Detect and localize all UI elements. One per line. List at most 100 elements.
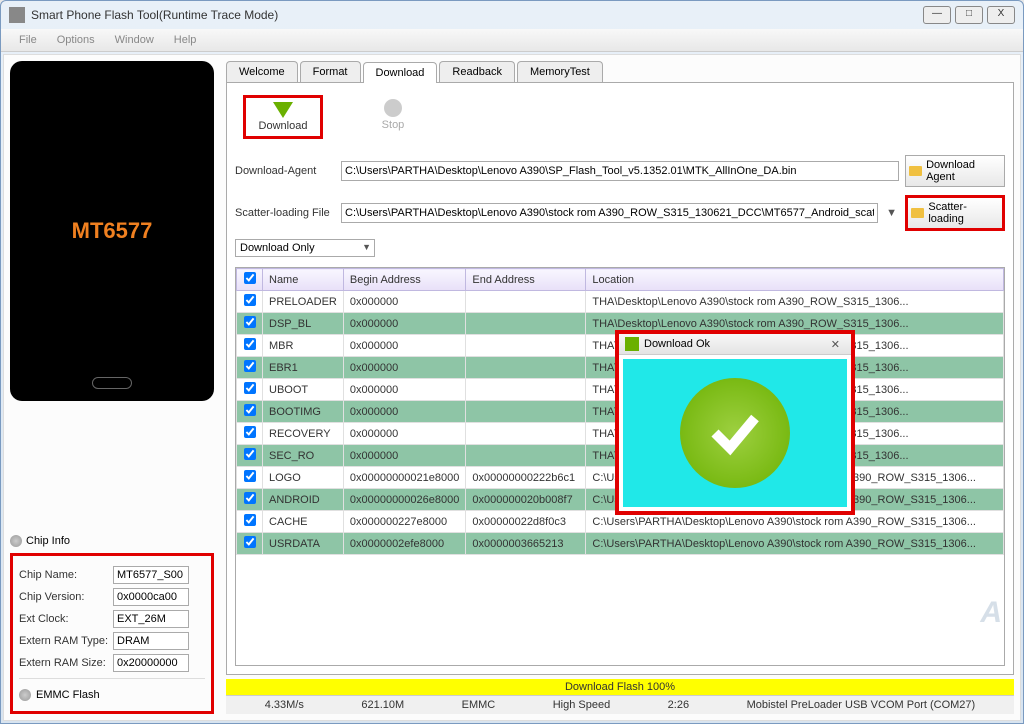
cell-location: C:\Users\PARTHA\Desktop\Lenovo A390\stoc… (586, 533, 1004, 555)
row-checkbox[interactable] (244, 536, 256, 548)
tab-format[interactable]: Format (300, 61, 361, 82)
cell-begin: 0x000000227e8000 (343, 511, 466, 533)
cell-name: ANDROID (263, 489, 344, 511)
status-speed: 4.33M/s (265, 699, 304, 711)
cell-begin: 0x000000 (343, 379, 466, 401)
chip-field-value[interactable] (113, 566, 189, 584)
cell-end: 0x00000000222b6c1 (466, 467, 586, 489)
col-begin[interactable]: Begin Address (343, 269, 466, 291)
check-all[interactable] (244, 272, 256, 284)
cell-begin: 0x000000 (343, 423, 466, 445)
gear-icon (10, 535, 22, 547)
checkmark-icon (680, 378, 790, 488)
folder-icon (911, 208, 924, 218)
dialog-close-button[interactable]: ✕ (826, 338, 845, 351)
row-checkbox[interactable] (244, 470, 256, 482)
tab-download[interactable]: Download (363, 62, 438, 83)
cell-begin: 0x000000 (343, 313, 466, 335)
cell-begin: 0x000000 (343, 335, 466, 357)
status-bar: 4.33M/s 621.10M EMMC High Speed 2:26 Mob… (226, 695, 1014, 714)
status-port: Mobistel PreLoader USB VCOM Port (COM27) (747, 699, 976, 711)
menubar: File Options Window Help (1, 29, 1023, 52)
cell-end (466, 291, 586, 313)
minimize-button[interactable]: — (923, 6, 951, 24)
table-row[interactable]: USRDATA0x0000002efe80000x0000003665213C:… (237, 533, 1004, 555)
scatter-file-input[interactable] (341, 203, 878, 223)
cell-begin: 0x000000 (343, 291, 466, 313)
chip-field-label: Chip Name: (19, 569, 113, 581)
row-checkbox[interactable] (244, 294, 256, 306)
cell-location: THA\Desktop\Lenovo A390\stock rom A390_R… (586, 291, 1004, 313)
chevron-down-icon[interactable]: ▼ (884, 207, 899, 219)
right-panel: Welcome Format Download Readback MemoryT… (220, 55, 1020, 720)
col-end[interactable]: End Address (466, 269, 586, 291)
download-agent-input[interactable] (341, 161, 899, 181)
cell-end (466, 357, 586, 379)
row-checkbox[interactable] (244, 338, 256, 350)
row-checkbox[interactable] (244, 382, 256, 394)
tabbar: Welcome Format Download Readback MemoryT… (226, 61, 1014, 82)
row-checkbox[interactable] (244, 448, 256, 460)
phone-chip-label: MT6577 (20, 218, 204, 244)
download-mode-select[interactable]: Download Only (235, 239, 375, 257)
row-checkbox[interactable] (244, 360, 256, 372)
cell-begin: 0x000000 (343, 445, 466, 467)
stop-icon (384, 99, 402, 117)
col-name[interactable]: Name (263, 269, 344, 291)
status-size: 621.10M (361, 699, 404, 711)
menu-file[interactable]: File (9, 31, 47, 49)
chip-field-value[interactable] (113, 588, 189, 606)
close-button[interactable]: X (987, 6, 1015, 24)
row-checkbox[interactable] (244, 514, 256, 526)
window-title: Smart Phone Flash Tool(Runtime Trace Mod… (31, 8, 923, 22)
chip-icon (19, 689, 31, 701)
chip-field-label: Ext Clock: (19, 613, 113, 625)
progress-bar: Download Flash 100% (226, 679, 1014, 695)
menu-options[interactable]: Options (47, 31, 105, 49)
stop-button[interactable]: Stop (353, 95, 433, 139)
cell-end (466, 335, 586, 357)
tab-welcome[interactable]: Welcome (226, 61, 298, 82)
cell-name: EBR1 (263, 357, 344, 379)
download-arrow-icon (273, 102, 293, 118)
cell-end (466, 313, 586, 335)
row-checkbox[interactable] (244, 316, 256, 328)
app-icon (9, 7, 25, 23)
dialog-icon (625, 337, 639, 351)
cell-begin: 0x00000000026e8000 (343, 489, 466, 511)
row-checkbox[interactable] (244, 404, 256, 416)
home-button-icon (92, 377, 132, 389)
cell-name: LOGO (263, 467, 344, 489)
download-agent-button[interactable]: Download Agent (905, 155, 1005, 187)
chip-info-header: Chip Info (10, 533, 214, 553)
cell-name: MBR (263, 335, 344, 357)
cell-end (466, 423, 586, 445)
chip-field-value[interactable] (113, 654, 189, 672)
cell-name: DSP_BL (263, 313, 344, 335)
menu-window[interactable]: Window (105, 31, 164, 49)
da-label: Download-Agent (235, 165, 335, 177)
maximize-button[interactable]: □ (955, 6, 983, 24)
row-checkbox[interactable] (244, 426, 256, 438)
download-button[interactable]: Download (243, 95, 323, 139)
status-time: 2:26 (668, 699, 689, 711)
scatter-loading-button[interactable]: Scatter-loading (905, 195, 1005, 231)
chip-field-value[interactable] (113, 632, 189, 650)
chip-field-label: Chip Version: (19, 591, 113, 603)
chip-field-label: Extern RAM Size: (19, 657, 113, 669)
row-checkbox[interactable] (244, 492, 256, 504)
cell-name: RECOVERY (263, 423, 344, 445)
col-location[interactable]: Location (586, 269, 1004, 291)
chip-field-value[interactable] (113, 610, 189, 628)
cell-name: PRELOADER (263, 291, 344, 313)
menu-help[interactable]: Help (164, 31, 207, 49)
cell-end (466, 445, 586, 467)
tab-memorytest[interactable]: MemoryTest (517, 61, 603, 82)
cell-name: SEC_RO (263, 445, 344, 467)
tab-readback[interactable]: Readback (439, 61, 515, 82)
cell-name: BOOTIMG (263, 401, 344, 423)
dialog-title: Download Ok (644, 338, 826, 350)
scatter-label: Scatter-loading File (235, 207, 335, 219)
table-row[interactable]: PRELOADER0x000000 THA\Desktop\Lenovo A390… (237, 291, 1004, 313)
cell-end (466, 379, 586, 401)
